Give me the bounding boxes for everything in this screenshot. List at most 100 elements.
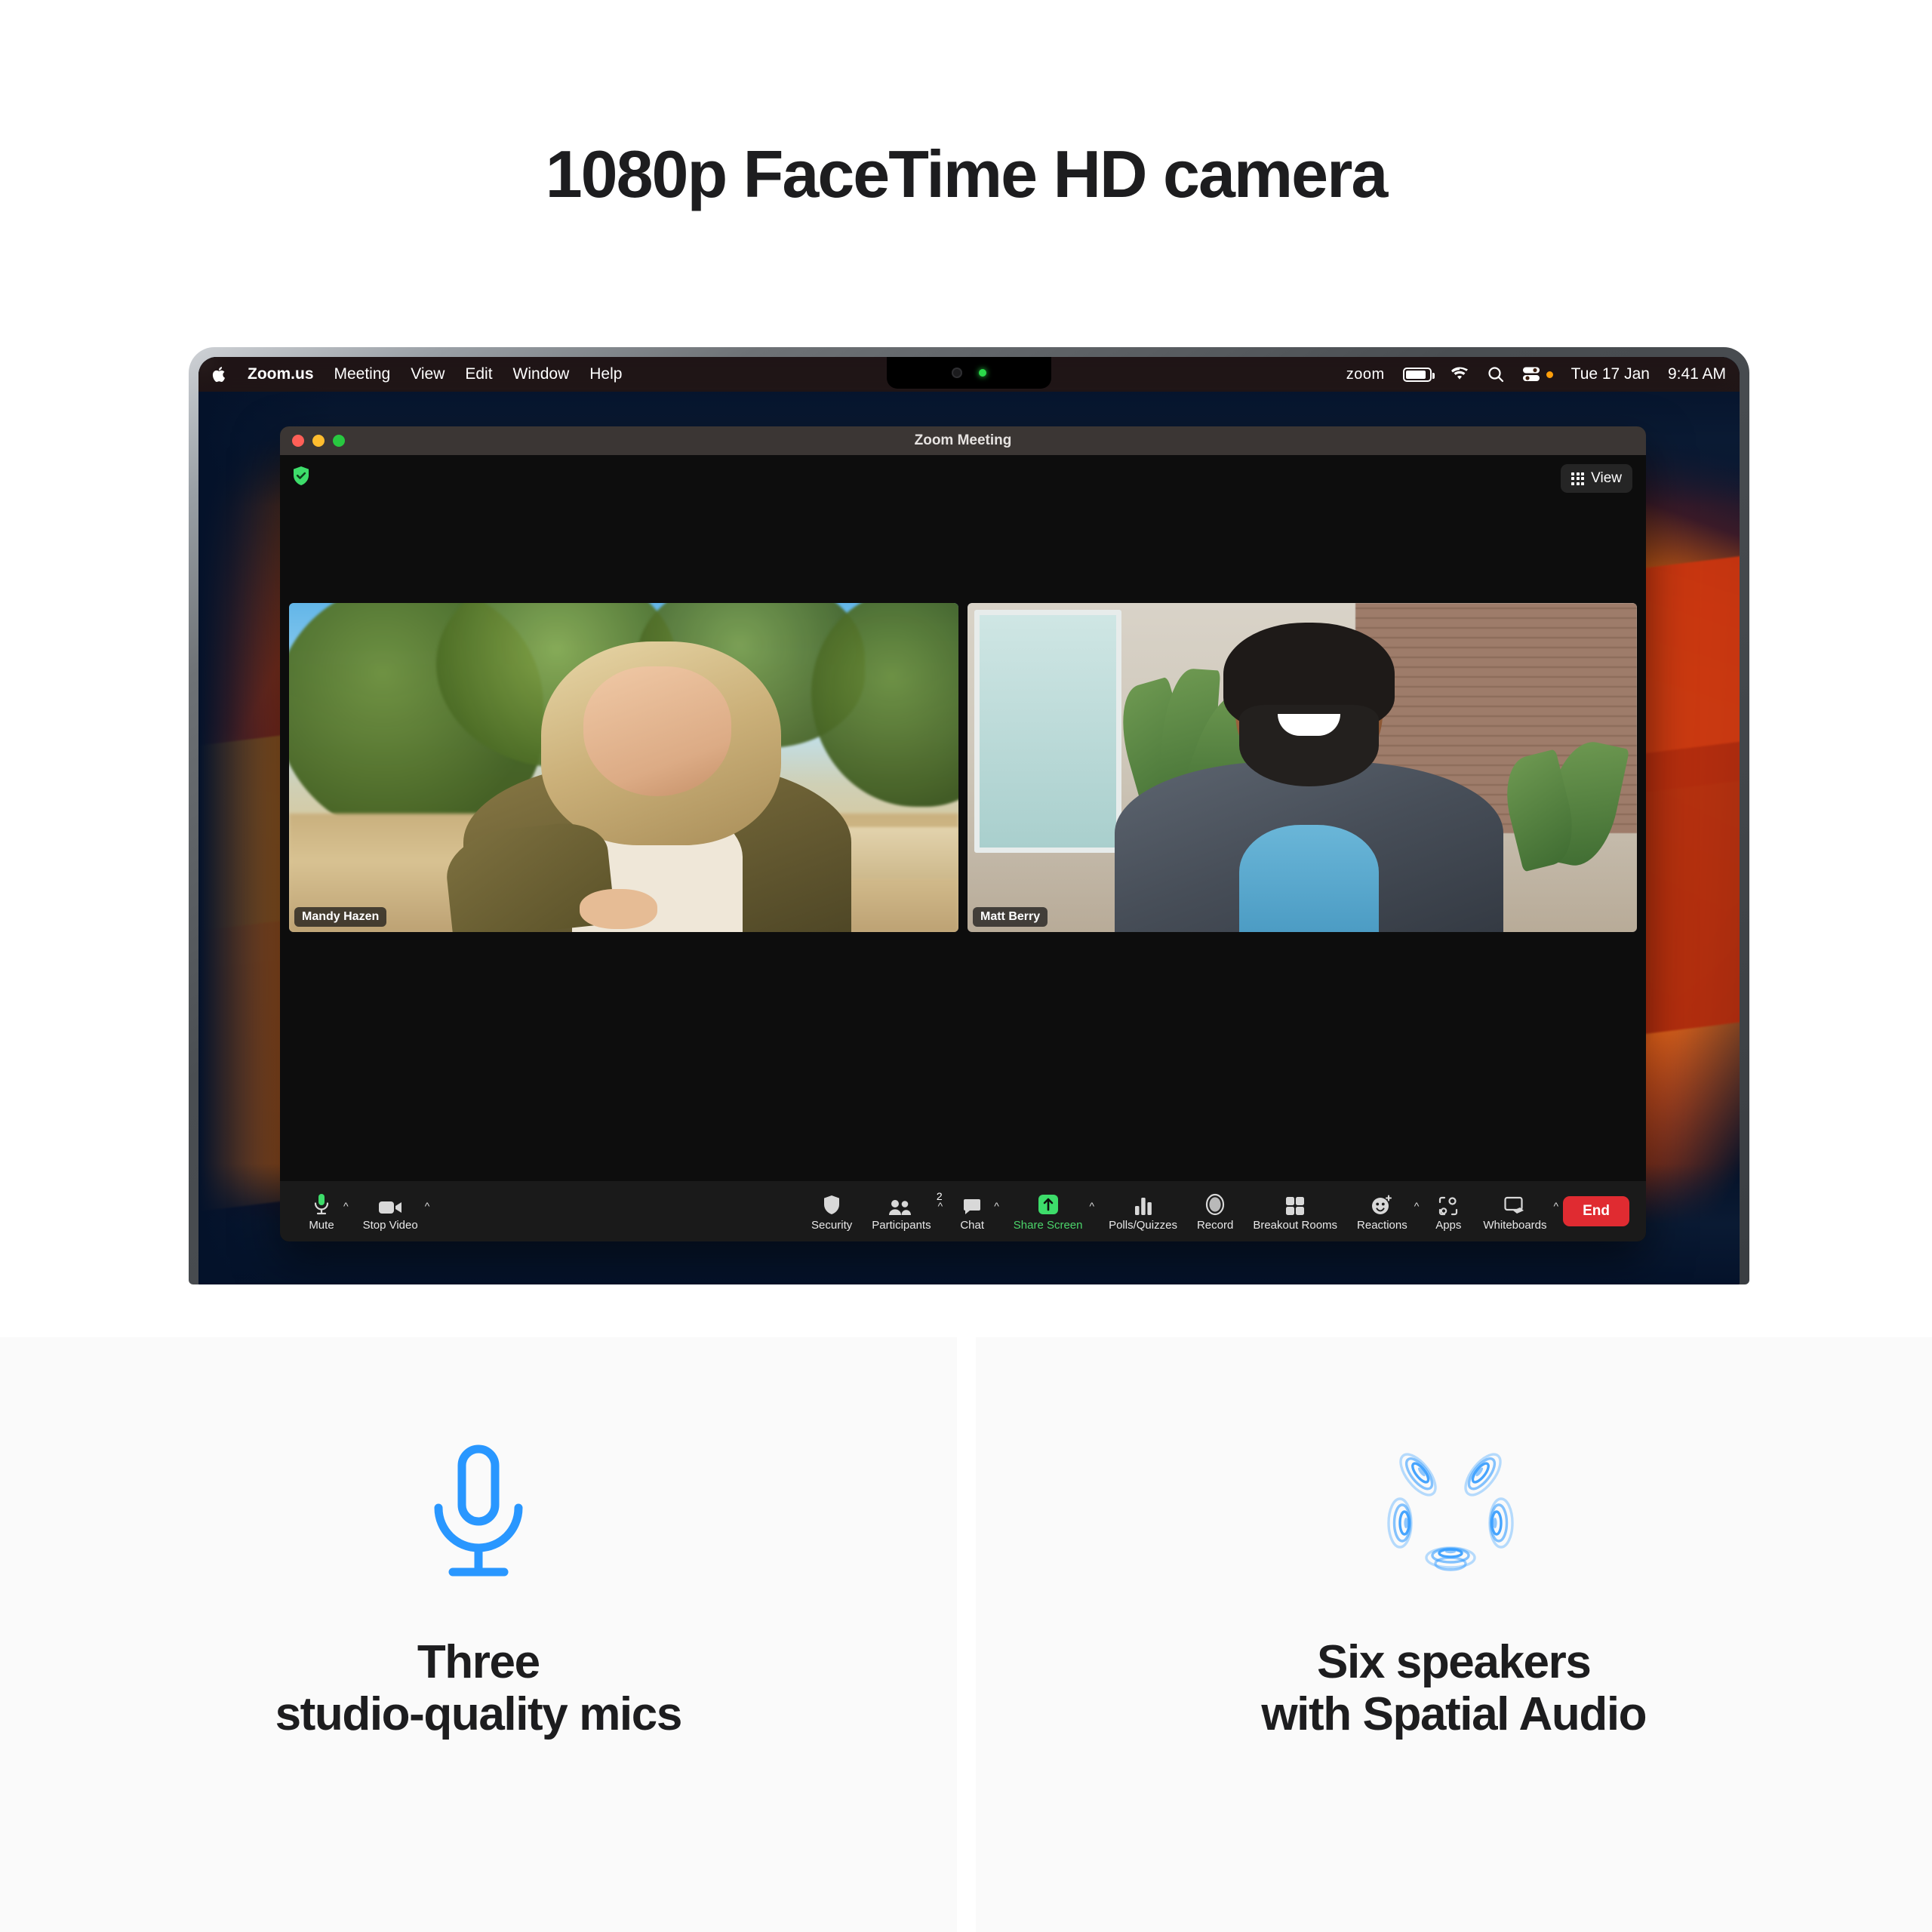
participant-video-grid: Mandy Hazen Matt Berry xyxy=(289,603,1637,932)
participants-count: 2 xyxy=(936,1189,943,1202)
mute-options-caret[interactable]: ^ xyxy=(343,1185,353,1238)
toolbar-button-security[interactable]: Security xyxy=(801,1192,862,1232)
window-title-bar: Zoom Meeting xyxy=(280,426,1646,455)
menu-item-edit[interactable]: Edit xyxy=(465,365,492,383)
microphone-icon xyxy=(313,1192,330,1216)
person-mandy xyxy=(442,623,852,932)
menu-bar-left: Zoom.us Meeting View Edit Window Help xyxy=(212,365,622,383)
whiteboards-options-caret[interactable]: ^ xyxy=(1554,1185,1564,1238)
toolbar-button-apps[interactable]: Apps xyxy=(1423,1192,1473,1232)
feature-panel-mics: Three studio-quality mics xyxy=(0,1337,957,1932)
search-icon[interactable] xyxy=(1487,366,1504,383)
toolbar-label-breakout-rooms: Breakout Rooms xyxy=(1253,1218,1338,1232)
menu-item-help[interactable]: Help xyxy=(589,365,622,383)
participant-name-badge: Mandy Hazen xyxy=(294,907,387,927)
battery-icon[interactable] xyxy=(1402,367,1435,382)
toolbar-button-reactions[interactable]: Reactions xyxy=(1347,1192,1417,1232)
participant-name-badge: Matt Berry xyxy=(973,907,1048,927)
face xyxy=(583,666,731,796)
toolbar-button-stop-video[interactable]: Stop Video xyxy=(353,1192,428,1232)
toolbar-button-record[interactable]: Record xyxy=(1187,1192,1243,1232)
toolbar-label-mute: Mute xyxy=(309,1218,334,1232)
menu-item-meeting[interactable]: Meeting xyxy=(334,365,391,383)
toolbar-label-participants: Participants xyxy=(872,1218,931,1232)
wifi-icon[interactable] xyxy=(1450,367,1469,382)
toolbar-button-polls-quizzes[interactable]: Polls/Quizzes xyxy=(1099,1192,1187,1232)
video-camera-icon xyxy=(378,1192,402,1216)
toolbar-button-mute[interactable]: Mute xyxy=(297,1192,346,1232)
macbook-pro-device: Zoom.us Meeting View Edit Window Help zo… xyxy=(189,347,1749,1284)
maximize-window-button[interactable] xyxy=(333,435,345,447)
minimize-window-button[interactable] xyxy=(312,435,325,447)
share-screen-options-caret[interactable]: ^ xyxy=(1090,1185,1100,1238)
microphone-icon xyxy=(422,1443,535,1579)
toolbar-label-stop-video: Stop Video xyxy=(362,1218,418,1232)
control-center-alert-dot xyxy=(1546,371,1553,378)
view-button[interactable]: View xyxy=(1561,464,1632,493)
toolbar-button-participants[interactable]: 2 Participants xyxy=(862,1189,943,1232)
display-notch xyxy=(887,357,1051,389)
menu-bar-date[interactable]: Tue 17 Jan xyxy=(1571,365,1650,383)
person-matt xyxy=(1115,616,1503,932)
screen: Zoom.us Meeting View Edit Window Help zo… xyxy=(198,357,1740,1284)
toolbar-button-whiteboards[interactable]: Whiteboards xyxy=(1473,1192,1556,1232)
menu-bar-time[interactable]: 9:41 AM xyxy=(1668,365,1726,383)
feature-title-line-2: with Spatial Audio xyxy=(1261,1688,1647,1741)
menu-item-window[interactable]: Window xyxy=(513,365,570,383)
end-meeting-button[interactable]: End xyxy=(1563,1196,1629,1226)
window-title: Zoom Meeting xyxy=(914,432,1012,448)
apple-logo-icon[interactable] xyxy=(212,365,227,383)
toolbar-button-share-screen[interactable]: Share Screen xyxy=(1004,1192,1093,1232)
camera-lens-icon xyxy=(952,368,962,378)
control-center-icon[interactable] xyxy=(1522,366,1540,383)
chat-bubble-icon xyxy=(962,1192,982,1216)
toolbar-label-record: Record xyxy=(1196,1218,1234,1232)
menu-item-view[interactable]: View xyxy=(411,365,445,383)
meeting-stage: View Mandy Hazen Matt Berry Mute ^ Stop … xyxy=(280,455,1646,1241)
toolbar-label-security: Security xyxy=(811,1218,853,1232)
toolbar-button-chat[interactable]: Chat xyxy=(947,1192,997,1232)
apps-icon xyxy=(1438,1192,1458,1216)
video-options-caret[interactable]: ^ xyxy=(425,1185,435,1238)
participant-tile-mandy-hazen[interactable]: Mandy Hazen xyxy=(289,603,958,932)
hand xyxy=(579,888,657,929)
whiteboard-icon xyxy=(1504,1192,1525,1216)
grid-squares-icon xyxy=(1285,1192,1305,1216)
feature-title-line-1: Six speakers xyxy=(1317,1636,1592,1688)
video-feed-indoor-scene xyxy=(968,603,1637,932)
camera-indicator-led-icon xyxy=(979,369,986,377)
feature-title-line-1: Three xyxy=(417,1636,540,1688)
laptop-screen-inner: Zoom.us Meeting View Edit Window Help zo… xyxy=(198,357,1740,1284)
video-feed-outdoor-scene xyxy=(289,603,958,932)
participant-tile-matt-berry[interactable]: Matt Berry xyxy=(968,603,1637,932)
bar-chart-icon xyxy=(1134,1192,1153,1216)
toolbar-button-breakout-rooms[interactable]: Breakout Rooms xyxy=(1243,1192,1347,1232)
zoom-meeting-toolbar: Mute ^ Stop Video ^ Security 2 Participa… xyxy=(280,1181,1646,1241)
chat-options-caret[interactable]: ^ xyxy=(994,1185,1004,1238)
toolbar-label-reactions: Reactions xyxy=(1357,1218,1407,1232)
share-screen-icon xyxy=(1037,1192,1060,1216)
feature-title-speakers: Six speakers with Spatial Audio xyxy=(1261,1636,1647,1741)
shield-icon xyxy=(823,1192,841,1216)
record-circle-icon xyxy=(1204,1192,1226,1216)
traffic-lights xyxy=(280,435,345,447)
smiley-plus-icon xyxy=(1371,1192,1393,1216)
toolbar-label-apps: Apps xyxy=(1435,1218,1462,1232)
toolbar-label-polls-quizzes: Polls/Quizzes xyxy=(1109,1218,1177,1232)
close-window-button[interactable] xyxy=(292,435,304,447)
feature-title-mics: Three studio-quality mics xyxy=(275,1636,683,1741)
shield-check-icon[interactable] xyxy=(292,466,310,486)
six-speakers-spatial-audio-icon xyxy=(1382,1443,1525,1579)
menu-bar-right: zoom Tue 17 Jan 9:41 AM xyxy=(1346,365,1726,383)
toolbar-label-share-screen: Share Screen xyxy=(1013,1218,1083,1232)
view-button-label: View xyxy=(1591,470,1622,486)
reactions-options-caret[interactable]: ^ xyxy=(1414,1185,1424,1238)
window-frame xyxy=(974,609,1121,854)
grid-icon xyxy=(1571,472,1585,485)
zoom-meeting-window[interactable]: Zoom Meeting View Mandy Hazen Matt Berry… xyxy=(280,426,1646,1241)
toolbar-label-chat: Chat xyxy=(960,1218,985,1232)
menu-bar-zoom-status[interactable]: zoom xyxy=(1346,366,1385,383)
laptop-bezel: Zoom.us Meeting View Edit Window Help zo… xyxy=(189,347,1749,1284)
feature-panel-speakers: Six speakers with Spatial Audio xyxy=(975,1337,1932,1932)
menu-item-zoom-us[interactable]: Zoom.us xyxy=(248,365,314,383)
